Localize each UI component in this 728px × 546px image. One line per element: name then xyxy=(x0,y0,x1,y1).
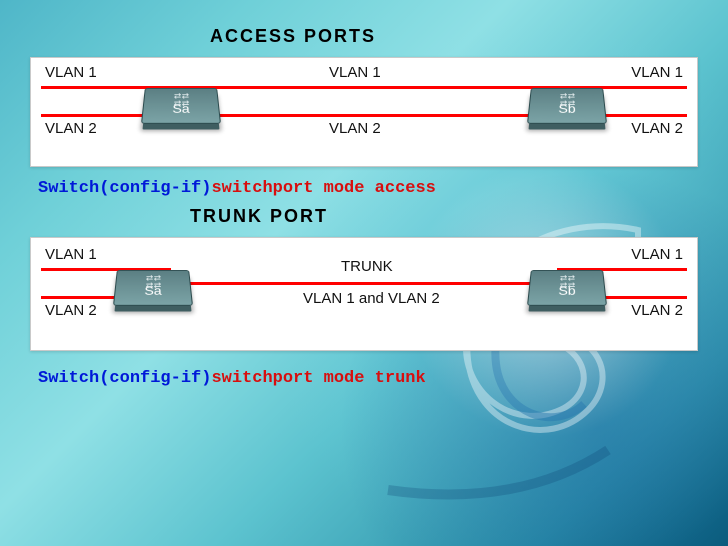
slide: ACCESS PORTS VLAN 1 VLAN 1 VLAN 1 VLAN 2… xyxy=(0,0,728,546)
cli-command-trunk: Switch(config-if)switchport mode trunk xyxy=(38,369,698,388)
label-trunk-vlans: VLAN 1 and VLAN 2 xyxy=(303,290,440,307)
label-vlan1: VLAN 1 xyxy=(631,246,683,263)
switch-arrows-icon: ⇄ ⇄⇄ ⇄ xyxy=(530,275,605,290)
switch-arrows-icon: ⇄ ⇄⇄ ⇄ xyxy=(530,93,605,108)
label-vlan1: VLAN 1 xyxy=(329,64,381,81)
label-vlan2: VLAN 2 xyxy=(631,302,683,319)
switch-sa: ⇄ ⇄⇄ ⇄ Sa xyxy=(141,88,221,124)
diagram-access-ports: VLAN 1 VLAN 1 VLAN 1 VLAN 2 VLAN 2 VLAN … xyxy=(30,57,698,167)
cli-body: switchport mode trunk xyxy=(211,369,425,388)
link-trunk xyxy=(171,282,557,285)
label-vlan1: VLAN 1 xyxy=(45,64,97,81)
label-vlan1: VLAN 1 xyxy=(631,64,683,81)
label-vlan2: VLAN 2 xyxy=(45,302,97,319)
diagram-trunk-port: VLAN 1 VLAN 1 VLAN 2 VLAN 2 TRUNK VLAN 1… xyxy=(30,237,698,351)
switch-arrows-icon: ⇄ ⇄⇄ ⇄ xyxy=(116,275,191,290)
heading-trunk-port: TRUNK PORT xyxy=(190,206,698,227)
switch-sb: ⇄ ⇄⇄ ⇄ Sb xyxy=(527,270,607,306)
heading-access-ports: ACCESS PORTS xyxy=(210,26,698,47)
cli-prompt: Switch(config-if) xyxy=(38,179,211,198)
switch-arrows-icon: ⇄ ⇄⇄ ⇄ xyxy=(144,93,219,108)
cli-command-access: Switch(config-if)switchport mode access xyxy=(38,179,698,198)
switch-sa: ⇄ ⇄⇄ ⇄ Sa xyxy=(113,270,193,306)
cli-body: switchport mode access xyxy=(211,179,435,198)
label-trunk: TRUNK xyxy=(341,258,393,275)
label-vlan2: VLAN 2 xyxy=(631,120,683,137)
switch-sb: ⇄ ⇄⇄ ⇄ Sb xyxy=(527,88,607,124)
label-vlan1: VLAN 1 xyxy=(45,246,97,263)
cli-prompt: Switch(config-if) xyxy=(38,369,211,388)
label-vlan2: VLAN 2 xyxy=(45,120,97,137)
label-vlan2: VLAN 2 xyxy=(329,120,381,137)
